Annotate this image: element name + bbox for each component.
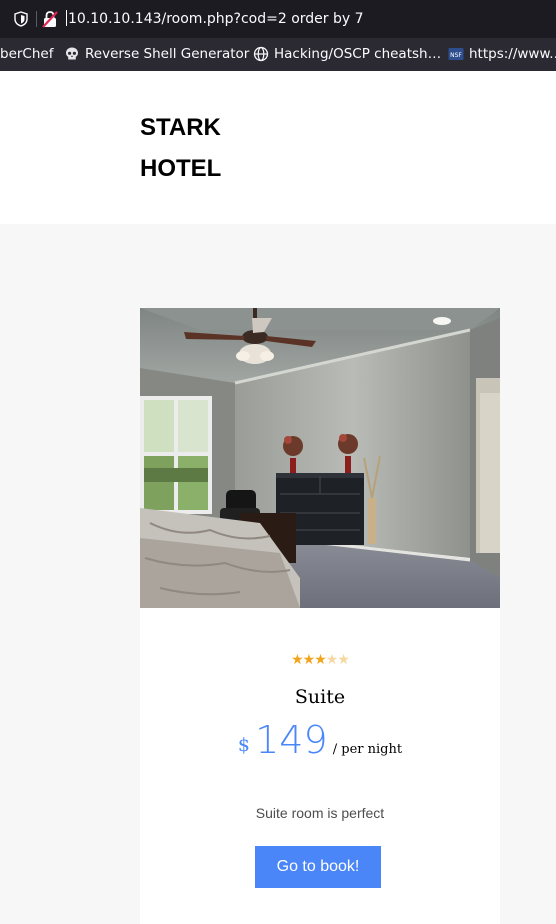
url-text: 10.10.10.143/room.php?cod=2 order by 7 [68, 11, 364, 27]
book-button[interactable]: Go to book! [255, 846, 381, 888]
room-name: Suite [294, 686, 346, 708]
star-icon-empty: ★ [337, 652, 350, 668]
bookmark-label: berChef [0, 46, 54, 62]
bookmark-label: https://www.… [469, 46, 556, 62]
tracking-shield-icon[interactable] [14, 11, 28, 27]
price-per-night: / per night [332, 742, 403, 757]
price-amount: 149 [255, 718, 328, 762]
svg-text:NSF: NSF [450, 52, 462, 59]
room-photo [140, 308, 500, 608]
room-description: Suite room is perfect [255, 805, 385, 821]
star-icon-filled: ★ [302, 652, 316, 668]
bookmark-label: Reverse Shell Generator [85, 46, 250, 62]
star-rating: ★★★★★ [140, 652, 500, 668]
nsf-icon: NSF [448, 48, 464, 60]
site-header: STARK HOTEL [0, 71, 556, 224]
brand-line-1: STARK [140, 114, 221, 141]
room-price: $ 149 / per night [140, 718, 500, 762]
star-icon-filled: ★ [314, 652, 327, 668]
brand-line-2: HOTEL [140, 155, 222, 182]
bookmark-hacking-oscp-cheatsheet[interactable]: Hacking/OSCP cheatsh… [253, 46, 441, 62]
room-card: ★★★★★ Suite $ 149 / per night Suite room… [140, 308, 500, 924]
price-currency: $ [237, 734, 251, 756]
browser-url-bar: 10.10.10.143/room.php?cod=2 order by 7 [0, 0, 556, 39]
bookmark-reverse-shell-generator[interactable]: Reverse Shell Generator [64, 46, 249, 62]
bookmarks-toolbar: berChef Reverse Shell Generator Hacking/… [0, 39, 556, 71]
site-logo[interactable]: STARK HOTEL [140, 107, 221, 189]
url-bar-separator [36, 11, 37, 27]
skull-icon [66, 47, 78, 60]
bookmark-https-www[interactable]: NSF https://www.… [448, 46, 556, 62]
insecure-lock-icon[interactable] [42, 10, 58, 28]
address-field[interactable]: 10.10.10.143/room.php?cod=2 order by 7 [66, 10, 364, 27]
star-icon-filled: ★ [291, 652, 304, 668]
bookmark-cyberchef[interactable]: berChef [0, 46, 53, 62]
globe-icon [253, 46, 269, 62]
star-icon-empty: ★ [325, 652, 339, 668]
bookmark-label: Hacking/OSCP cheatsh… [274, 46, 442, 62]
